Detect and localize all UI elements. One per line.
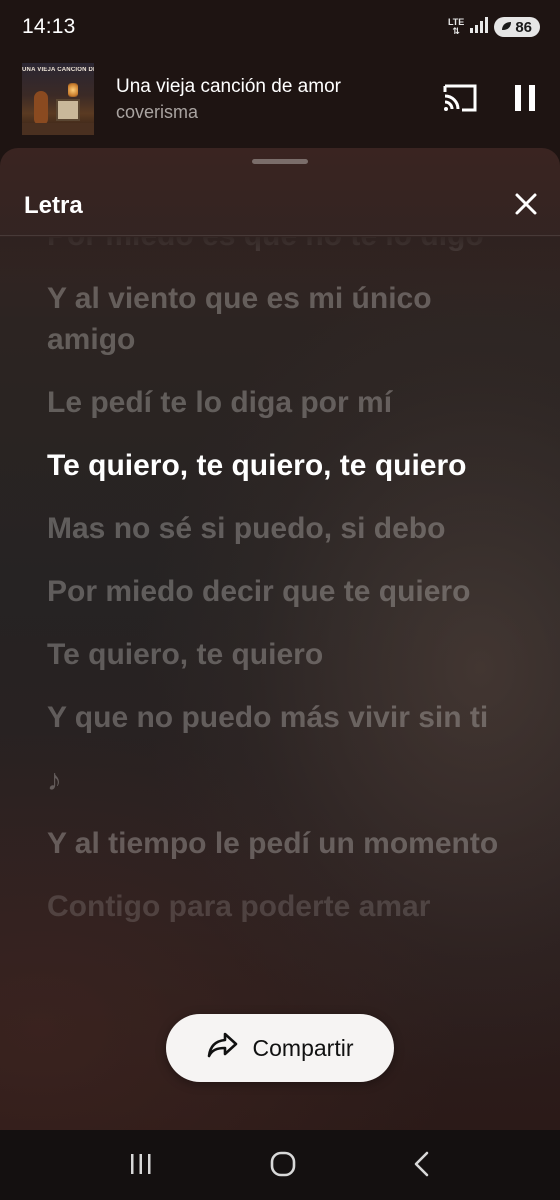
album-art-floor <box>22 123 94 135</box>
album-art-guitar <box>34 91 48 125</box>
track-info[interactable]: Una vieja canción de amor coverisma <box>116 76 442 123</box>
album-art-lamp <box>68 83 78 97</box>
lyric-line: Por miedo es que no te lo digo <box>47 237 520 256</box>
close-button[interactable] <box>514 192 538 219</box>
lyric-line: Y al tiempo le pedí un momento <box>47 827 499 860</box>
recents-button[interactable] <box>128 1152 154 1179</box>
mini-player-controls <box>442 84 536 115</box>
battery-level: 86 <box>515 18 532 36</box>
back-button[interactable] <box>412 1151 432 1180</box>
album-art-amp <box>56 99 80 121</box>
share-button-label: Compartir <box>252 1034 354 1061</box>
sheet-title: Letra <box>24 191 83 219</box>
lyrics-screen: 14:13 LTE ⇅ 86 UNA VIEJA CANCIÓN D Una v… <box>0 0 560 1200</box>
track-title: Una vieja canción de amor <box>116 75 341 97</box>
status-bar: 14:13 LTE ⇅ 86 <box>0 0 560 54</box>
status-time: 14:13 <box>22 15 76 38</box>
pause-icon <box>514 84 536 114</box>
album-art[interactable]: UNA VIEJA CANCIÓN DE AMOR <box>22 63 94 135</box>
lyric-line: Y al viento que es mi único amigo <box>47 282 432 356</box>
lyric-line: Y que no puedo más vivir sin ti <box>47 701 489 734</box>
pause-button[interactable] <box>514 84 536 114</box>
share-icon <box>207 1031 239 1065</box>
share-button[interactable]: Compartir <box>166 1014 394 1082</box>
close-icon <box>514 192 538 219</box>
home-icon <box>270 1151 296 1180</box>
lyrics-sheet: Letra Por miedo es que no te lo digo Y a… <box>0 148 560 1130</box>
lyric-line-music-note: ♪ <box>47 764 62 797</box>
lte-indicator: LTE ⇅ <box>448 18 464 36</box>
lyric-line: Le pedí te lo diga por mí <box>47 386 393 419</box>
sheet-drag-handle[interactable] <box>252 159 308 164</box>
lyric-line: Por miedo decir que te quiero <box>47 575 471 608</box>
signal-icon <box>470 16 489 38</box>
data-arrows-icon: ⇅ <box>452 26 460 36</box>
album-art-title: UNA VIEJA CANCIÓN DE AMOR <box>22 67 94 73</box>
lyric-line: Mas no sé si puedo, si debo <box>47 512 446 545</box>
lyrics-list: Por miedo es que no te lo digo Y al vien… <box>47 237 520 949</box>
battery-icon <box>500 19 512 36</box>
lyrics-viewport[interactable]: Por miedo es que no te lo digo Y al vien… <box>0 237 560 1130</box>
lyric-line: Contigo para poderte amar <box>47 890 431 923</box>
sheet-header: Letra <box>0 176 560 236</box>
back-icon <box>412 1151 432 1180</box>
recents-icon <box>128 1152 154 1179</box>
cast-button[interactable] <box>442 84 478 115</box>
home-button[interactable] <box>270 1151 296 1180</box>
track-artist: coverisma <box>116 101 199 122</box>
lyric-line-active: Te quiero, te quiero, te quiero <box>47 449 467 482</box>
cast-icon <box>442 84 478 115</box>
mini-player[interactable]: UNA VIEJA CANCIÓN DE AMOR Una vieja canc… <box>0 62 560 136</box>
lyric-line: Te quiero, te quiero <box>47 638 324 671</box>
system-nav-bar <box>0 1130 560 1200</box>
status-icons: LTE ⇅ 86 <box>448 16 540 38</box>
battery-indicator: 86 <box>494 17 540 37</box>
